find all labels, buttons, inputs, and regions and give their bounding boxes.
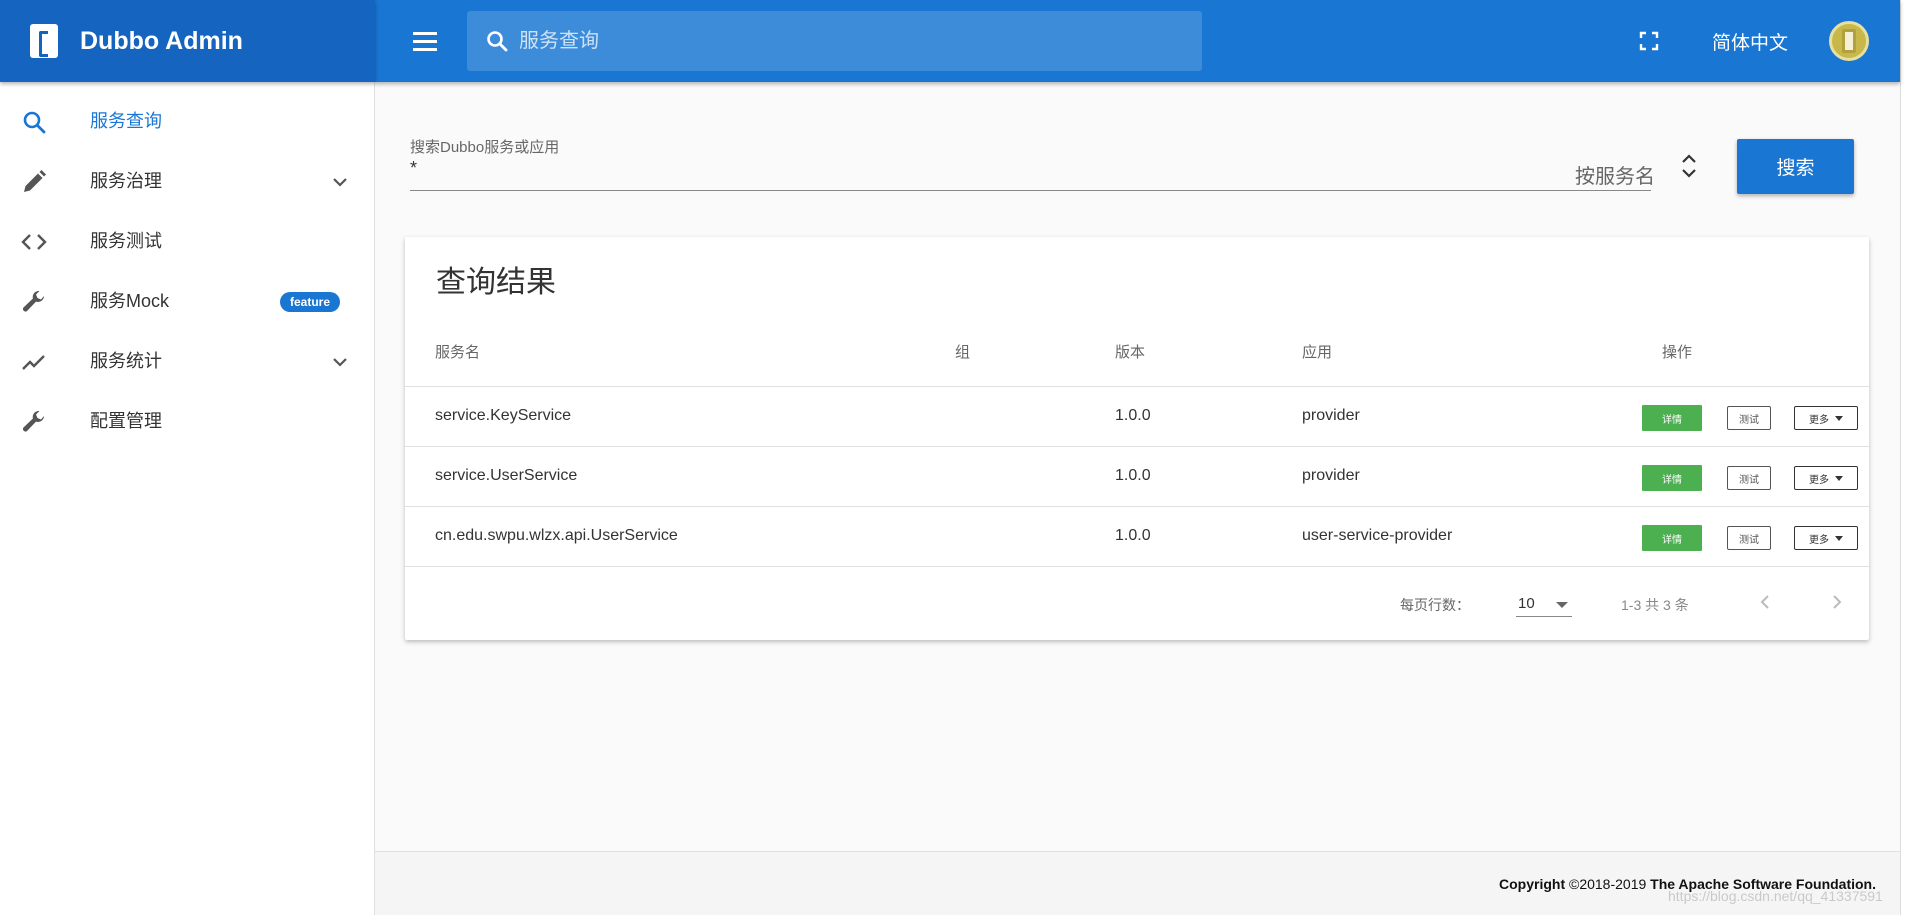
trending-up-icon bbox=[22, 355, 45, 370]
sidebar-item-service-mock[interactable]: 服务Mock feature bbox=[0, 270, 375, 330]
cell-service-name: service.KeyService bbox=[435, 407, 572, 424]
service-search-field[interactable]: 搜索Dubbo服务或应用 * 按服务名 bbox=[410, 136, 1655, 192]
detail-button[interactable]: 详情 bbox=[1642, 405, 1702, 431]
column-header-version[interactable]: 版本 bbox=[1115, 341, 1145, 362]
more-label: 更多 bbox=[1809, 414, 1829, 426]
column-header-service[interactable]: 服务名 bbox=[435, 341, 480, 362]
rows-per-page-value: 10 bbox=[1518, 595, 1535, 612]
unfold-more-icon[interactable] bbox=[1678, 152, 1700, 180]
sidebar-item-label: 服务查询 bbox=[90, 111, 162, 131]
app-title: Dubbo Admin bbox=[80, 26, 243, 55]
results-title: 查询结果 bbox=[436, 266, 556, 299]
sidebar: 服务查询 服务治理 服务测试 服务Mock feature 服务统计 配置管理 bbox=[0, 82, 375, 915]
more-dropdown-button[interactable]: 更多 bbox=[1794, 466, 1858, 490]
sidebar-item-config-management[interactable]: 配置管理 bbox=[0, 390, 375, 450]
more-label: 更多 bbox=[1809, 534, 1829, 546]
cell-service-name: cn.edu.swpu.wlzx.api.UserService bbox=[435, 527, 678, 544]
header-divider bbox=[405, 386, 1869, 387]
sidebar-item-service-governance[interactable]: 服务治理 bbox=[0, 150, 375, 210]
column-header-group[interactable]: 组 bbox=[955, 341, 970, 362]
language-switcher[interactable]: 简体中文 bbox=[1712, 28, 1788, 55]
fullscreen-icon[interactable] bbox=[1637, 29, 1661, 53]
detail-button[interactable]: 详情 bbox=[1642, 525, 1702, 551]
wrench-icon bbox=[23, 290, 44, 312]
sidebar-item-label: 配置管理 bbox=[90, 411, 162, 431]
sidebar-item-label: 服务测试 bbox=[90, 231, 162, 251]
app-root: Dubbo Admin 简体中文 服务查询 bbox=[0, 0, 1900, 915]
chevron-left-icon[interactable] bbox=[1755, 592, 1775, 612]
pagination-range: 1-3 共 3 条 bbox=[1621, 597, 1689, 613]
search-icon bbox=[487, 31, 508, 52]
sidebar-item-label: 服务Mock bbox=[90, 291, 170, 311]
caret-down-icon bbox=[1835, 535, 1843, 541]
sidebar-item-service-test[interactable]: 服务测试 bbox=[0, 210, 375, 270]
test-button[interactable]: 测试 bbox=[1727, 466, 1771, 490]
search-button[interactable]: 搜索 bbox=[1737, 139, 1854, 194]
pencil-icon bbox=[24, 170, 46, 192]
results-card: 查询结果 服务名 组 版本 应用 操作 service.KeyService 1… bbox=[405, 237, 1869, 640]
global-search[interactable] bbox=[467, 11, 1202, 71]
copyright-label: Copyright bbox=[1499, 876, 1566, 892]
test-button[interactable]: 测试 bbox=[1727, 526, 1771, 550]
cell-app: provider bbox=[1302, 407, 1360, 424]
code-icon bbox=[21, 234, 47, 250]
wrench-icon bbox=[23, 410, 44, 432]
search-type-select[interactable]: 按服务名 bbox=[1575, 160, 1655, 189]
cell-version: 1.0.0 bbox=[1115, 467, 1151, 484]
sidebar-item-service-statistics[interactable]: 服务统计 bbox=[0, 330, 375, 390]
brand-header: Dubbo Admin bbox=[0, 0, 375, 82]
user-avatar[interactable] bbox=[1829, 21, 1869, 61]
search-field-value[interactable]: * bbox=[410, 158, 417, 179]
more-label: 更多 bbox=[1809, 474, 1829, 486]
cell-version: 1.0.0 bbox=[1115, 407, 1151, 424]
top-toolbar: 简体中文 bbox=[375, 0, 1900, 82]
chevron-down-icon bbox=[333, 178, 347, 187]
row-divider bbox=[405, 446, 1869, 447]
dubbo-logo-icon bbox=[30, 24, 58, 58]
column-header-actions: 操作 bbox=[1662, 344, 1693, 361]
window-edge bbox=[1900, 0, 1920, 915]
global-search-input[interactable] bbox=[519, 29, 1169, 53]
sidebar-item-service-search[interactable]: 服务查询 bbox=[0, 90, 375, 150]
feature-badge: feature bbox=[280, 292, 341, 312]
cell-service-name: service.UserService bbox=[435, 467, 578, 484]
rows-per-page-select[interactable]: 10 bbox=[1516, 587, 1572, 617]
cell-version: 1.0.0 bbox=[1115, 527, 1151, 544]
chevron-right-icon[interactable] bbox=[1827, 592, 1847, 612]
chevron-down-icon bbox=[333, 358, 347, 367]
more-dropdown-button[interactable]: 更多 bbox=[1794, 406, 1858, 430]
watermark-text: https://blog.csdn.net/qq_41337591 bbox=[1668, 888, 1883, 904]
caret-down-icon bbox=[1835, 475, 1843, 481]
cell-app: provider bbox=[1302, 467, 1360, 484]
row-divider bbox=[405, 566, 1869, 567]
rows-per-page-label: 每页行数： bbox=[1400, 597, 1470, 613]
caret-down-icon bbox=[1556, 602, 1568, 608]
sidebar-item-label: 服务统计 bbox=[90, 351, 162, 371]
cell-app: user-service-provider bbox=[1302, 527, 1453, 544]
search-field-underline bbox=[410, 190, 1651, 191]
detail-button[interactable]: 详情 bbox=[1642, 465, 1702, 491]
row-divider bbox=[405, 506, 1869, 507]
test-button[interactable]: 测试 bbox=[1727, 406, 1771, 430]
footer: Copyright ©2018-2019 The Apache Software… bbox=[375, 851, 1900, 915]
hamburger-menu-icon[interactable] bbox=[403, 19, 447, 63]
more-dropdown-button[interactable]: 更多 bbox=[1794, 526, 1858, 550]
column-header-app[interactable]: 应用 bbox=[1302, 341, 1332, 362]
search-field-label: 搜索Dubbo服务或应用 bbox=[410, 139, 560, 156]
caret-down-icon bbox=[1835, 415, 1843, 421]
search-icon bbox=[23, 111, 46, 134]
sidebar-item-label: 服务治理 bbox=[90, 171, 162, 191]
copyright-years: ©2018-2019 bbox=[1569, 876, 1647, 892]
